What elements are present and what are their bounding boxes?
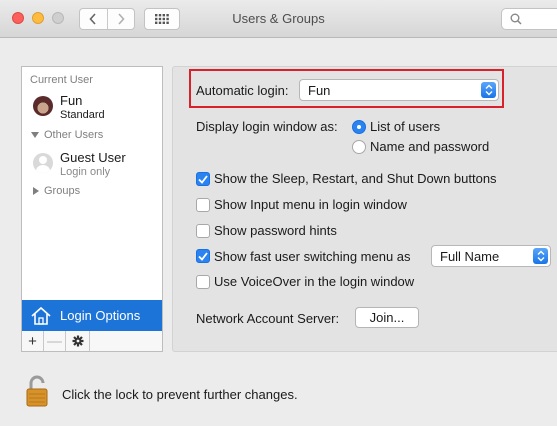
name-and-password-label: Name and password xyxy=(370,139,490,154)
join-button[interactable]: Join... xyxy=(355,307,419,328)
avatar xyxy=(33,96,53,116)
gear-icon xyxy=(72,335,83,347)
voiceover-label: Use VoiceOver in the login window xyxy=(214,274,415,289)
radio-name-and-password[interactable] xyxy=(352,140,366,154)
guest-avatar-icon xyxy=(33,153,53,173)
login-options-label: Login Options xyxy=(60,308,141,323)
checkbox-voiceover[interactable] xyxy=(196,275,210,289)
other-users-label: Other Users xyxy=(44,129,104,141)
groups-header[interactable]: Groups xyxy=(33,185,80,197)
password-hints-label: Show password hints xyxy=(214,223,337,238)
radio-list-of-users[interactable] xyxy=(352,120,366,134)
user-status: Login only xyxy=(60,166,111,178)
users-sidebar: Current User Fun Standard Other Users Gu… xyxy=(21,66,163,331)
input-menu-label: Show Input menu in login window xyxy=(214,197,407,212)
automatic-login-value: Fun xyxy=(308,82,331,98)
remove-user-button[interactable]: — xyxy=(44,331,66,351)
user-name: Guest User xyxy=(60,150,126,165)
disclosure-down-icon xyxy=(31,131,39,138)
network-account-server-label: Network Account Server: xyxy=(196,311,340,326)
login-options-item[interactable]: Login Options xyxy=(22,300,162,331)
guest-user-item[interactable]: Guest User Login only xyxy=(33,150,126,179)
fast-user-switching-value: Full Name xyxy=(440,248,500,264)
checkbox-password-hints[interactable] xyxy=(196,224,210,238)
checkmark-icon xyxy=(198,251,208,261)
automatic-login-popup[interactable]: Fun xyxy=(299,79,499,101)
sleep-restart-shutdown-label: Show the Sleep, Restart, and Shut Down b… xyxy=(214,171,497,186)
user-name: Fun xyxy=(60,93,83,108)
title-bar: Users & Groups xyxy=(0,0,557,38)
search-icon xyxy=(510,13,522,25)
checkmark-icon xyxy=(198,174,208,184)
fast-user-switching-label: Show fast user switching menu as xyxy=(214,249,411,264)
popup-arrows-icon xyxy=(481,82,496,98)
current-user-item[interactable]: Fun Standard xyxy=(33,93,105,122)
checkbox-input-menu[interactable] xyxy=(196,198,210,212)
other-users-header[interactable]: Other Users xyxy=(31,129,103,141)
current-user-header: Current User xyxy=(30,74,93,86)
add-user-button[interactable]: + xyxy=(22,331,44,351)
checkbox-sleep-restart-shutdown[interactable] xyxy=(196,172,210,186)
display-login-window-label: Display login window as: xyxy=(196,119,338,134)
disclosure-right-icon xyxy=(33,187,39,195)
user-role: Standard xyxy=(60,109,105,121)
house-icon xyxy=(31,306,51,325)
checkbox-fast-user-switching[interactable] xyxy=(196,249,210,263)
fast-user-switching-popup[interactable]: Full Name xyxy=(431,245,551,267)
search-field[interactable] xyxy=(501,8,557,30)
popup-arrows-icon xyxy=(533,248,548,264)
automatic-login-label: Automatic login: xyxy=(196,83,289,98)
list-of-users-label: List of users xyxy=(370,119,441,134)
sidebar-toolbar: + — xyxy=(21,331,163,352)
window-title: Users & Groups xyxy=(232,11,325,26)
groups-label: Groups xyxy=(44,185,81,197)
action-menu-button[interactable] xyxy=(66,331,90,351)
lock-message: Click the lock to prevent further change… xyxy=(62,387,298,402)
lock-icon[interactable] xyxy=(26,373,48,407)
